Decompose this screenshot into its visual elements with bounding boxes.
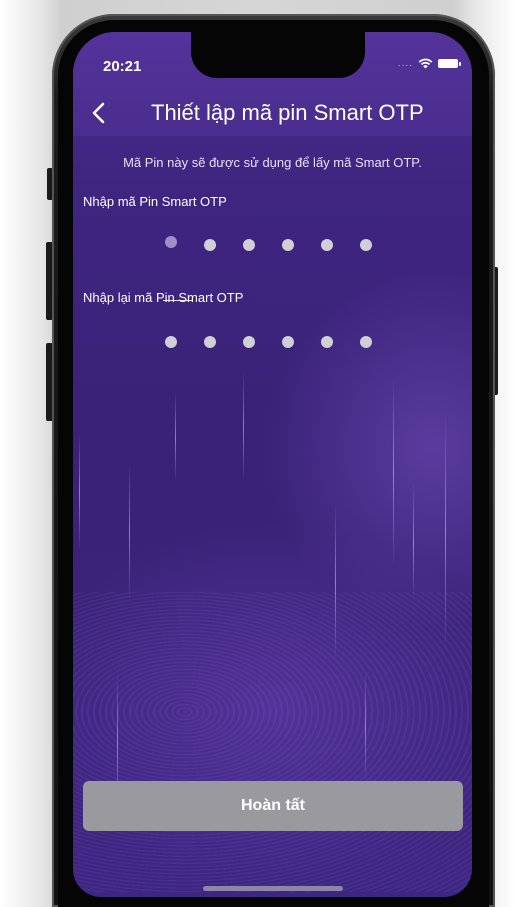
pin-confirm-digit-5 [321,336,333,348]
signal-dots: .... [397,58,413,69]
pin-digit-3 [243,239,255,251]
description-text: Mã Pin này sẽ được sử dụng để lấy mã Sma… [123,155,422,170]
pin-digit-1 [165,236,177,248]
chevron-left-icon [92,102,105,124]
back-button[interactable] [87,99,113,127]
light-streak [79,432,80,552]
pin-confirm-digit-6 [360,336,372,348]
light-streak [175,392,176,482]
pin-digit-6 [360,239,372,251]
device-stage: 20:21 .... Thiết lập mã pin Smart OTP Mã… [0,0,515,907]
battery-icon [438,59,461,68]
pin-confirm-digit-1 [165,336,177,348]
light-streak [413,482,414,602]
pin-confirm-digit-2 [204,336,216,348]
app-screen: 20:21 .... Thiết lập mã pin Smart OTP Mã… [73,32,472,897]
pin-confirm-label: Nhập lại mã Pin Smart OTP [83,290,244,305]
light-streak [393,377,394,567]
pin-confirm-digit-3 [243,336,255,348]
page-title: Thiết lập mã pin Smart OTP [151,100,424,125]
light-streak [129,462,130,602]
pin-confirm-digit-4 [282,336,294,348]
wifi-icon [418,58,433,69]
pin-digit-5 [321,239,333,251]
pin-confirm-field[interactable] [165,336,372,348]
wave-pattern [73,592,472,892]
pin-entry-field[interactable] [165,236,372,251]
pin-digit-4 [282,239,294,251]
done-button[interactable]: Hoàn tất [83,781,463,831]
camera-notch [191,32,365,78]
pin-entry-label: Nhập mã Pin Smart OTP [83,194,227,209]
home-indicator[interactable] [203,886,343,891]
light-streak [243,372,244,482]
status-icons: .... [397,58,461,69]
status-time: 20:21 [103,58,142,75]
pin-digit-2 [204,239,216,251]
